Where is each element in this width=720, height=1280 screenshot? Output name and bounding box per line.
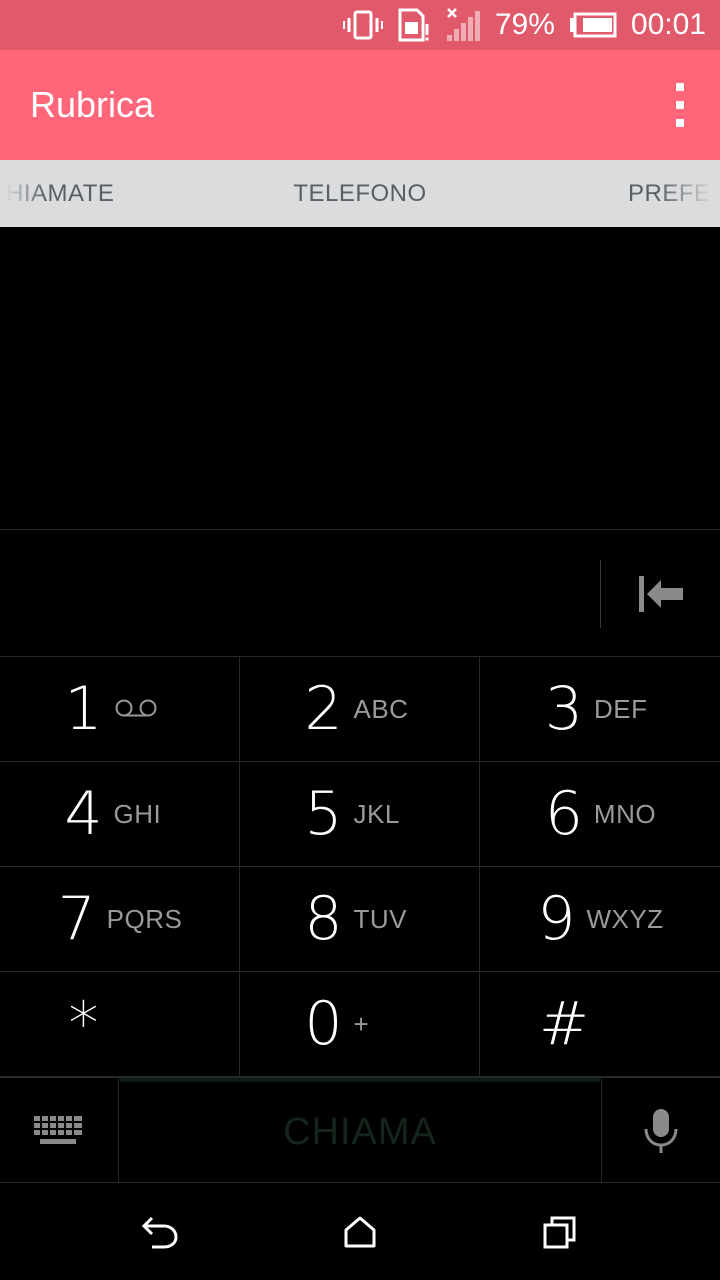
key-digit: * [68,989,99,1059]
key-digit: 6 [544,779,583,849]
app-title: Rubrica [30,84,155,125]
key-digit: 0 [304,989,343,1059]
key-2[interactable]: 2 ABC [240,657,480,762]
key-letters: PQRS [106,903,183,934]
key-digit: 5 [304,779,343,849]
dial-keypad: 1 2 ABC 3 DEF 4 GHI 5 JKL 6 MNO 7 PQRS 8… [0,657,720,1077]
call-button-label: CHIAMA [283,1111,437,1153]
key-9[interactable]: 9 WXYZ [480,867,720,972]
status-bar: 79% 00:01 [0,0,720,50]
key-letters: MNO [593,798,657,829]
number-display-row [0,529,720,657]
key-1[interactable]: 1 [0,657,240,762]
key-7[interactable]: 7 PQRS [0,867,240,972]
key-0[interactable]: 0 + [240,972,480,1077]
key-digit: # [538,989,590,1059]
vibrate-icon [342,10,383,40]
key-6[interactable]: 6 MNO [480,762,720,867]
key-digit: 4 [64,779,103,849]
key-letters: ABC [353,693,409,724]
key-letters: DEF [594,693,648,724]
key-digit: 9 [537,884,576,954]
key-digit: 8 [304,884,343,954]
sim-alert-icon [397,8,431,42]
key-letters: + [353,1008,370,1039]
battery-percent: 79% [494,8,555,41]
key-digit: 3 [544,674,584,744]
back-icon[interactable] [100,1184,220,1280]
key-digit: 1 [64,674,103,744]
key-star[interactable]: * [0,972,240,1077]
more-vertical-icon[interactable] [670,83,690,127]
key-hash[interactable]: # [480,972,720,1077]
number-input[interactable] [20,530,580,658]
key-letters: GHI [113,798,162,829]
dialer-action-bar: CHIAMA [0,1077,720,1183]
key-digit: 2 [304,674,343,744]
key-8[interactable]: 8 TUV [240,867,480,972]
system-nav-bar [0,1184,720,1280]
call-button[interactable]: CHIAMA [120,1078,600,1183]
key-letters: JKL [353,798,400,829]
tab-bar: HIAMATE TELEFONO PREFERI [0,160,720,227]
home-icon[interactable] [300,1184,420,1280]
key-5[interactable]: 5 JKL [240,762,480,867]
tab-preferiti[interactable]: PREFERI [628,160,720,227]
signal-no-service-icon [445,7,481,43]
status-time: 00:01 [630,8,706,41]
app-bar: Rubrica [0,50,720,160]
battery-icon [569,12,617,38]
microphone-icon[interactable] [601,1078,720,1183]
key-letters: TUV [353,903,407,934]
backspace-icon[interactable] [601,530,720,657]
suggestions-area [0,227,720,529]
recents-icon[interactable] [500,1184,620,1280]
key-3[interactable]: 3 DEF [480,657,720,762]
voicemail-icon [114,694,176,725]
key-letters: WXYZ [586,903,664,934]
key-digit: 7 [57,884,96,954]
tab-telefono[interactable]: TELEFONO [0,160,720,227]
key-4[interactable]: 4 GHI [0,762,240,867]
keyboard-icon[interactable] [0,1078,119,1183]
